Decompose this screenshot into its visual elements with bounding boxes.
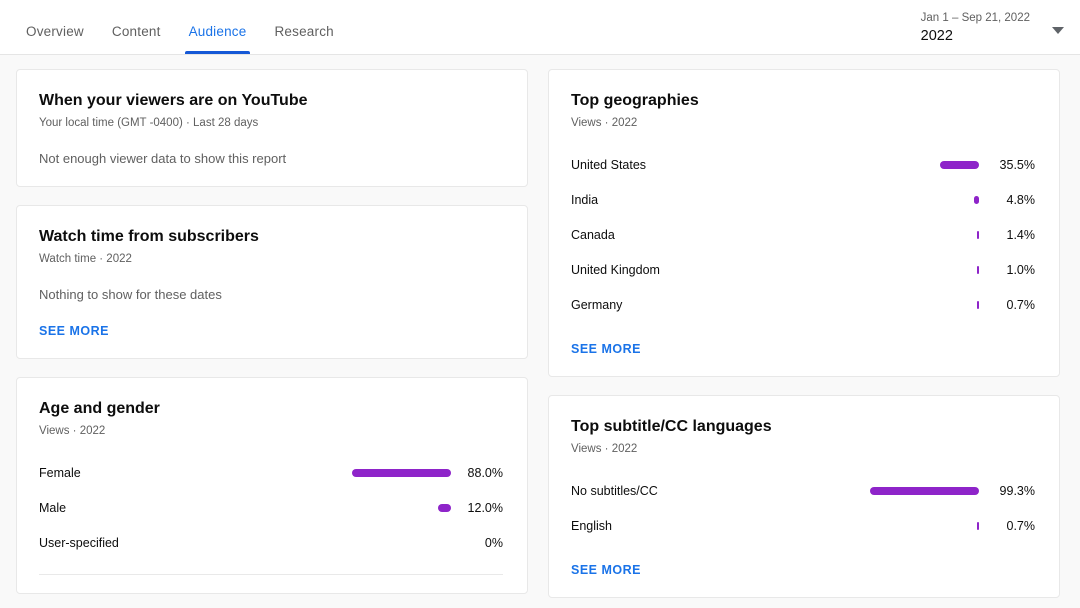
card-title: Top subtitle/CC languages: [571, 416, 1035, 438]
stat-row-value: 88.0%: [451, 466, 503, 480]
card-subtitle: Views · 2022: [39, 423, 503, 439]
stat-row-bar-track: [869, 266, 979, 274]
stat-row-label: Canada: [571, 228, 869, 242]
stat-row-value: 0%: [451, 536, 503, 550]
see-more-link[interactable]: SEE MORE: [39, 324, 109, 338]
stat-row-label: English: [571, 519, 869, 533]
stat-row-value: 99.3%: [979, 484, 1035, 498]
stat-row-value: 1.0%: [979, 263, 1035, 277]
stat-row: No subtitles/CC 99.3%: [571, 473, 1035, 508]
top-geographies-rows: United States 35.5% India 4.8% Canada 1.4% Uni…: [571, 147, 1035, 322]
stat-row-bar-track: [869, 301, 979, 309]
stat-row-value: 0.7%: [979, 519, 1035, 533]
card-title: Age and gender: [39, 398, 503, 420]
chevron-down-icon[interactable]: [1052, 27, 1064, 34]
stat-row-bar: [870, 487, 979, 495]
card-empty-message: Not enough viewer data to show this repo…: [39, 150, 503, 168]
stat-row-label: United Kingdom: [571, 263, 869, 277]
card-subtitle: Views · 2022: [571, 115, 1035, 131]
stat-row-bar-track: [339, 539, 451, 547]
age-gender-rows: Female 88.0% Male 12.0% User-specified 0%: [39, 455, 503, 560]
card-subtitle: Your local time (GMT -0400) · Last 28 da…: [39, 115, 503, 131]
stat-row-value: 4.8%: [979, 193, 1035, 207]
date-range-value: 2022: [921, 27, 1030, 46]
stat-row: Germany 0.7%: [571, 287, 1035, 322]
stat-row-bar: [438, 504, 451, 512]
stat-row: United States 35.5%: [571, 147, 1035, 182]
card-watch-time-from-subscribers: Watch time from subscribers Watch time ·…: [16, 205, 528, 359]
card-top-geographies: Top geographies Views · 2022 United Stat…: [548, 69, 1060, 377]
see-more-link[interactable]: SEE MORE: [571, 563, 641, 577]
analytics-content: When your viewers are on YouTube Your lo…: [0, 55, 1080, 608]
stat-row-label: Male: [39, 501, 339, 515]
stat-row-value: 1.4%: [979, 228, 1035, 242]
stat-row-value: 12.0%: [451, 501, 503, 515]
analytics-header: Overview Content Audience Research Jan 1…: [0, 0, 1080, 55]
card-subtitle: Views · 2022: [571, 441, 1035, 457]
stat-row: Canada 1.4%: [571, 217, 1035, 252]
stat-row-value: 0.7%: [979, 298, 1035, 312]
card-title: Top geographies: [571, 90, 1035, 112]
tab-content[interactable]: Content: [100, 25, 173, 55]
stat-row-label: Female: [39, 466, 339, 480]
stat-row: English 0.7%: [571, 508, 1035, 543]
tab-research[interactable]: Research: [262, 25, 345, 55]
stat-row-bar-track: [869, 522, 979, 530]
card-when-viewers-on-youtube: When your viewers are on YouTube Your lo…: [16, 69, 528, 187]
stat-row-label: Germany: [571, 298, 869, 312]
stat-row: Male 12.0%: [39, 490, 503, 525]
stat-row-bar: [940, 161, 979, 169]
stat-row-label: India: [571, 193, 869, 207]
stat-row-label: No subtitles/CC: [571, 484, 869, 498]
stat-row-bar-track: [869, 487, 979, 495]
tab-audience[interactable]: Audience: [177, 25, 259, 55]
card-empty-message: Nothing to show for these dates: [39, 286, 503, 304]
stat-row: User-specified 0%: [39, 525, 503, 560]
see-more-link[interactable]: SEE MORE: [571, 342, 641, 356]
stat-row: United Kingdom 1.0%: [571, 252, 1035, 287]
stat-row-bar-track: [339, 504, 451, 512]
tab-overview[interactable]: Overview: [14, 25, 96, 55]
card-title: Watch time from subscribers: [39, 226, 503, 248]
stat-row-bar-track: [869, 161, 979, 169]
stat-row-bar-track: [339, 469, 451, 477]
stat-row: Female 88.0%: [39, 455, 503, 490]
date-range-text: Jan 1 – Sep 21, 2022 2022: [921, 11, 1052, 46]
section-divider: [39, 574, 503, 575]
stat-row-bar-track: [869, 196, 979, 204]
right-column: Top geographies Views · 2022 United Stat…: [548, 69, 1060, 608]
card-title: When your viewers are on YouTube: [39, 90, 503, 112]
date-range-span: Jan 1 – Sep 21, 2022: [921, 11, 1030, 26]
analytics-tabs: Overview Content Audience Research: [0, 0, 348, 54]
left-column: When your viewers are on YouTube Your lo…: [16, 69, 528, 608]
card-top-subtitle-cc-languages: Top subtitle/CC languages Views · 2022 N…: [548, 395, 1060, 598]
stat-row-label: User-specified: [39, 536, 339, 550]
stat-row-label: United States: [571, 158, 869, 172]
stat-row-value: 35.5%: [979, 158, 1035, 172]
stat-row-bar-track: [869, 231, 979, 239]
date-range-selector[interactable]: Jan 1 – Sep 21, 2022 2022: [921, 11, 1064, 54]
card-subtitle: Watch time · 2022: [39, 251, 503, 267]
stat-row: India 4.8%: [571, 182, 1035, 217]
stat-row-bar: [352, 469, 451, 477]
top-languages-rows: No subtitles/CC 99.3% English 0.7%: [571, 473, 1035, 543]
card-age-and-gender: Age and gender Views · 2022 Female 88.0% M…: [16, 377, 528, 594]
